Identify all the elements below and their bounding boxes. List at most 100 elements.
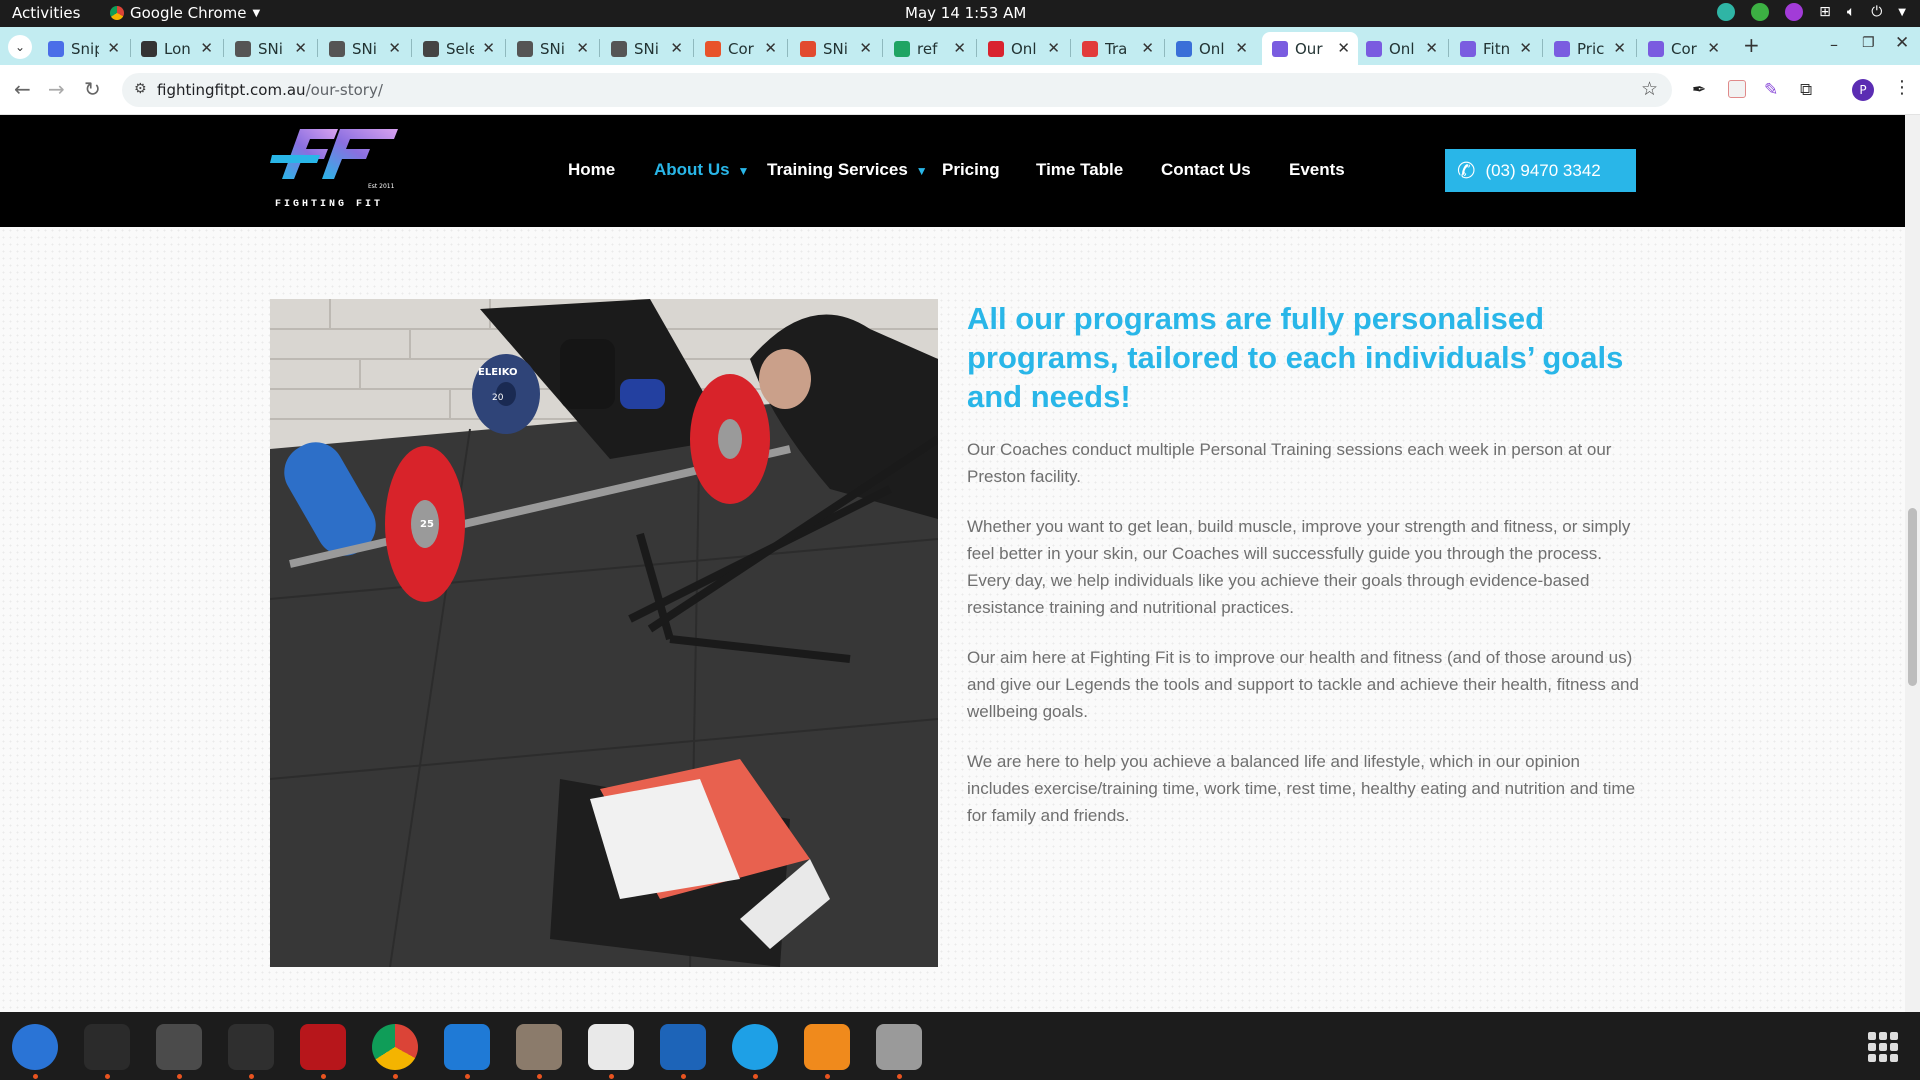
tab-close-icon[interactable]: ✕ xyxy=(859,39,872,57)
browser-tab[interactable]: Lon ✕ xyxy=(131,32,221,65)
tab-close-icon[interactable]: ✕ xyxy=(1613,39,1626,57)
tab-close-icon[interactable]: ✕ xyxy=(1047,39,1060,57)
chevron-down-icon[interactable]: ▼ xyxy=(1898,7,1906,18)
tab-close-icon[interactable]: ✕ xyxy=(670,39,683,57)
tab-close-icon[interactable]: ✕ xyxy=(1519,39,1532,57)
browser-tab[interactable]: Tra ✕ xyxy=(1072,32,1162,65)
browser-tab[interactable]: Onl ✕ xyxy=(1356,32,1446,65)
show-apps-button[interactable] xyxy=(1868,1032,1898,1062)
tab-favicon-icon xyxy=(705,40,721,57)
tab-close-icon[interactable]: ✕ xyxy=(576,39,589,57)
extensions-puzzle-icon[interactable]: ⧉ xyxy=(1800,80,1818,100)
update-icon[interactable] xyxy=(1751,3,1770,21)
browser-tab[interactable]: Onl ✕ xyxy=(978,32,1068,65)
browser-tab[interactable]: ref ✕ xyxy=(884,32,974,65)
volume-icon[interactable]: 🔈︎ xyxy=(1847,4,1855,20)
tab-close-icon[interactable]: ✕ xyxy=(388,39,401,57)
menu-pricing[interactable]: Pricing xyxy=(942,160,1000,180)
skype-icon[interactable] xyxy=(732,1024,778,1070)
filezilla-icon[interactable] xyxy=(300,1024,346,1070)
back-button[interactable]: ← xyxy=(14,77,31,101)
libreoffice-writer-icon[interactable] xyxy=(660,1024,706,1070)
minimize-button[interactable]: – xyxy=(1830,35,1838,54)
tab-close-icon[interactable]: ✕ xyxy=(953,39,966,57)
tab-favicon-icon xyxy=(611,40,627,57)
color-picker-icon[interactable] xyxy=(1785,3,1804,21)
browser-tab[interactable]: Onl ✕ xyxy=(1166,32,1256,65)
thunderbird-icon[interactable] xyxy=(12,1024,58,1070)
browser-tab[interactable]: Snip ✕ xyxy=(38,32,128,65)
browser-tab[interactable]: SNi ✕ xyxy=(225,32,315,65)
menu-about-us[interactable]: About Us ▼ xyxy=(654,160,749,180)
system-top-bar: Activities Google Chrome ▼ May 14 1:53 A… xyxy=(0,0,1920,27)
browser-tab[interactable]: Sele ✕ xyxy=(413,32,503,65)
files-icon[interactable] xyxy=(516,1024,562,1070)
rhythmbox-icon[interactable] xyxy=(804,1024,850,1070)
tab-close-icon[interactable]: ✕ xyxy=(1235,39,1248,57)
phone-button[interactable]: ✆ (03) 9470 3342 xyxy=(1445,149,1636,192)
system-monitor-icon[interactable] xyxy=(228,1024,274,1070)
calendar-extension-icon[interactable] xyxy=(1728,80,1746,98)
chrome-icon[interactable] xyxy=(372,1024,418,1070)
power-icon[interactable]: ⏻ xyxy=(1871,4,1882,20)
url-text[interactable]: fightingfitpt.com.au/our-story/ xyxy=(157,81,383,99)
tab-search-icon[interactable]: ⌄ xyxy=(8,35,32,59)
running-indicator xyxy=(537,1074,542,1079)
menu-contact-us[interactable]: Contact Us xyxy=(1161,160,1251,180)
running-indicator xyxy=(33,1074,38,1079)
terminal-icon[interactable] xyxy=(84,1024,130,1070)
activities-button[interactable]: Activities xyxy=(12,4,80,22)
reload-button[interactable]: ↻ xyxy=(84,77,101,101)
browser-tab[interactable]: Fitn ✕ xyxy=(1450,32,1540,65)
tab-close-icon[interactable]: ✕ xyxy=(764,39,777,57)
menu-label: Home xyxy=(568,160,616,179)
tab-close-icon[interactable]: ✕ xyxy=(1337,39,1350,57)
phone-number: (03) 9470 3342 xyxy=(1485,160,1601,180)
restore-button[interactable]: ❐ xyxy=(1862,35,1875,51)
new-tab-button[interactable]: + xyxy=(1743,33,1760,57)
bookmark-star-icon[interactable]: ☆ xyxy=(1641,78,1658,100)
browser-tab[interactable]: SNi ✕ xyxy=(601,32,691,65)
menu-events[interactable]: Events xyxy=(1289,160,1345,180)
tab-close-icon[interactable]: ✕ xyxy=(1141,39,1154,57)
menu-time-table[interactable]: Time Table xyxy=(1036,160,1123,180)
tab-close-icon[interactable]: ✕ xyxy=(294,39,307,57)
close-window-button[interactable]: ✕ xyxy=(1895,33,1909,53)
tab-close-icon[interactable]: ✕ xyxy=(107,39,120,57)
menu-home[interactable]: Home xyxy=(568,160,615,180)
eyedropper-extension-icon[interactable]: ✒ xyxy=(1692,80,1710,100)
browser-tab[interactable]: Cor ✕ xyxy=(1638,32,1728,65)
tab-close-icon[interactable]: ✕ xyxy=(1707,39,1720,57)
tab-close-icon[interactable]: ✕ xyxy=(482,39,495,57)
vscode-icon[interactable] xyxy=(444,1024,490,1070)
browser-tab[interactable]: Our ✕ xyxy=(1262,32,1358,65)
browser-tab[interactable]: Cor ✕ xyxy=(695,32,785,65)
pen-extension-icon[interactable]: ✎ xyxy=(1764,80,1782,100)
tab-close-icon[interactable]: ✕ xyxy=(200,39,213,57)
scrollbar-thumb[interactable] xyxy=(1908,508,1917,686)
disks-icon[interactable] xyxy=(876,1024,922,1070)
address-bar[interactable]: ⚙ fightingfitpt.com.au/our-story/ ☆ xyxy=(122,73,1672,107)
page-scrollbar[interactable] xyxy=(1905,115,1920,1012)
tab-close-icon[interactable]: ✕ xyxy=(1425,39,1438,57)
tab-title: SNi xyxy=(258,39,283,58)
calculator-icon[interactable] xyxy=(156,1024,202,1070)
browser-tab[interactable]: SNi ✕ xyxy=(319,32,409,65)
menu-training-services[interactable]: Training Services ▼ xyxy=(767,160,928,180)
fighting-fit-logo[interactable]: Est 2011 FIGHTING FIT xyxy=(270,127,400,217)
clock[interactable]: May 14 1:53 AM xyxy=(905,4,1026,22)
system-tray[interactable]: ⊞ 🔈︎ ⏻ ▼ xyxy=(1717,3,1906,21)
sync-icon[interactable] xyxy=(1717,3,1736,21)
running-indicator xyxy=(825,1074,830,1079)
browser-tab[interactable]: SNi ✕ xyxy=(790,32,880,65)
menu-label: Training Services xyxy=(767,160,908,179)
browser-tab[interactable]: Pric ✕ xyxy=(1544,32,1634,65)
app-menu[interactable]: Google Chrome ▼ xyxy=(110,4,260,22)
kebab-menu-icon[interactable]: ⋮ xyxy=(1893,77,1911,98)
forward-button[interactable]: → xyxy=(48,77,65,101)
network-icon[interactable]: ⊞ xyxy=(1819,4,1831,20)
text-editor-icon[interactable] xyxy=(588,1024,634,1070)
site-info-icon[interactable]: ⚙ xyxy=(134,81,147,97)
browser-tab[interactable]: SNi ✕ xyxy=(507,32,597,65)
profile-avatar[interactable]: P xyxy=(1852,79,1874,101)
